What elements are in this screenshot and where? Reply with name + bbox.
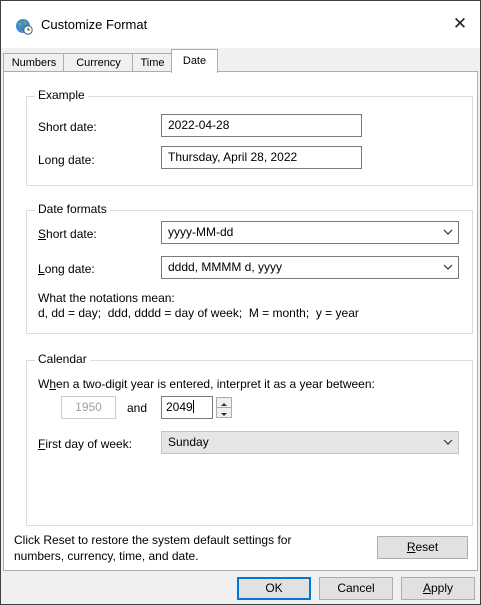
spin-up-button[interactable] <box>217 398 231 408</box>
short-date-format-label: Short date: <box>38 227 97 241</box>
spin-down-button[interactable] <box>217 408 231 417</box>
globe-clock-icon <box>16 19 33 35</box>
notation-text: d, dd = day; ddd, dddd = day of week; M … <box>38 306 359 320</box>
date-formats-group: Date formats Short date: yyyy-MM-dd Long… <box>26 202 473 334</box>
long-date-mnemonic: L <box>38 262 45 276</box>
chevron-down-icon <box>443 439 453 445</box>
short-date-mnemonic: S <box>38 227 47 241</box>
long-date-label-rest: ong date: <box>44 262 95 276</box>
example-long-label: Long date: <box>38 153 95 167</box>
chevron-down-icon <box>443 229 453 235</box>
example-short-label: Short date: <box>38 120 97 134</box>
example-group: Example Short date: 2022-04-28 Long date… <box>26 88 473 186</box>
reset-description-line1: Click Reset to restore the system defaul… <box>14 533 292 547</box>
two-digit-label-rest: en a two-digit year is entered, interpre… <box>56 377 375 391</box>
first-day-of-week-value: Sunday <box>168 435 209 449</box>
long-date-format-combo[interactable]: dddd, MMMM d, yyyy <box>161 256 459 279</box>
calendar-group: Calendar When a two-digit year is entere… <box>26 352 473 526</box>
tab-date[interactable]: Date <box>171 49 218 73</box>
to-year-field[interactable]: 2049 <box>161 396 213 419</box>
notation-title: What the notations mean: <box>38 291 175 305</box>
example-short-date-field: 2022-04-28 <box>161 114 362 137</box>
date-tab-panel: Example Short date: 2022-04-28 Long date… <box>3 71 478 571</box>
first-day-label-rest: irst day of week: <box>45 437 133 451</box>
and-label: and <box>127 401 148 415</box>
two-digit-label-prefix: W <box>38 377 50 391</box>
first-day-of-week-combo[interactable]: Sunday <box>161 431 459 454</box>
example-long-date-field: Thursday, April 28, 2022 <box>161 146 362 169</box>
from-year-field: 1950 <box>61 396 116 419</box>
short-date-label-rest: hort date: <box>46 227 97 241</box>
title-bar: Customize Format ✕ <box>1 1 480 48</box>
apply-label-rest: pply <box>431 581 454 595</box>
two-digit-year-label: When a two-digit year is entered, interp… <box>38 377 375 391</box>
cancel-button[interactable]: Cancel <box>319 577 393 600</box>
caret-down-icon <box>221 413 227 416</box>
tab-strip: Numbers Currency Time Date <box>1 48 480 73</box>
window-title: Customize Format <box>41 17 148 32</box>
apply-button[interactable]: Apply <box>401 577 475 600</box>
chevron-down-icon <box>443 264 453 270</box>
text-caret <box>192 400 194 413</box>
apply-mnemonic: A <box>422 581 431 595</box>
customize-format-dialog: Customize Format ✕ Numbers Currency Time… <box>0 0 481 605</box>
short-date-format-value: yyyy-MM-dd <box>168 225 234 239</box>
date-formats-group-title: Date formats <box>35 202 110 216</box>
reset-description-line2: numbers, currency, time, and date. <box>14 549 199 563</box>
long-date-format-label: Long date: <box>38 262 95 276</box>
ok-button[interactable]: OK <box>237 577 311 600</box>
two-digit-mnemonic: h <box>49 377 57 391</box>
short-date-format-combo[interactable]: yyyy-MM-dd <box>161 221 459 244</box>
close-button[interactable]: ✕ <box>440 9 480 39</box>
to-year-spinner[interactable] <box>216 397 232 418</box>
tab-currency[interactable]: Currency <box>63 53 134 72</box>
to-year-value: 2049 <box>166 400 193 414</box>
close-icon: ✕ <box>452 14 468 33</box>
example-group-title: Example <box>35 88 88 102</box>
long-date-format-value: dddd, MMMM d, yyyy <box>168 260 283 274</box>
calendar-group-title: Calendar <box>35 352 90 366</box>
reset-button[interactable]: Reset <box>377 536 468 559</box>
first-day-of-week-label: First day of week: <box>38 437 132 451</box>
reset-label-rest: eset <box>415 540 439 554</box>
tab-time[interactable]: Time <box>132 53 173 72</box>
tab-numbers[interactable]: Numbers <box>3 53 65 72</box>
